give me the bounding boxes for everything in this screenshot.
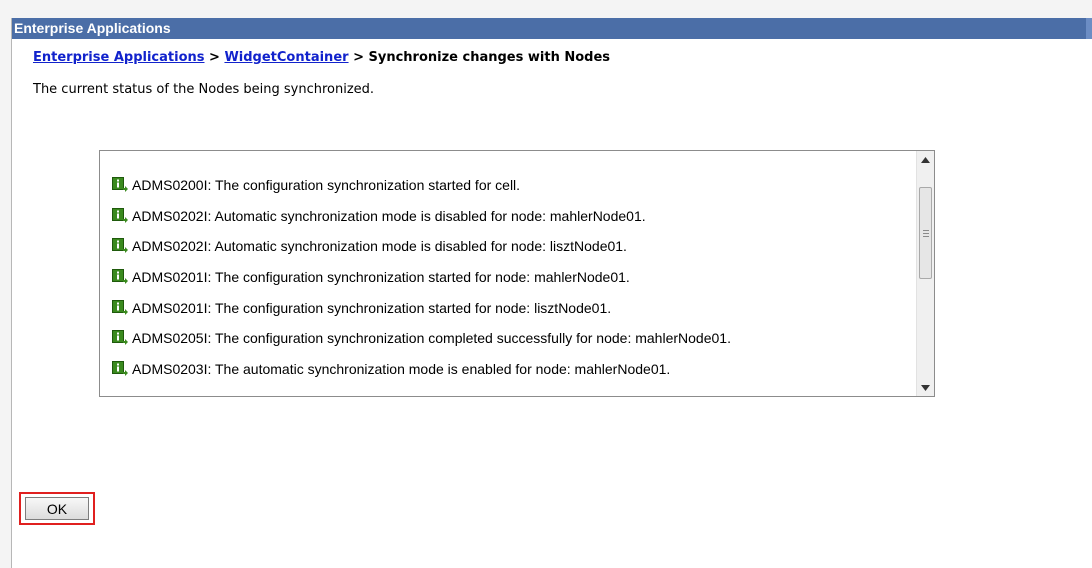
message-text: ADMS0205I: The configuration synchroniza… (132, 330, 731, 347)
message-text: ADMS0202I: Automatic synchronization mod… (132, 207, 646, 224)
scroll-thumb[interactable] (919, 187, 932, 279)
message-row: ADMS0201I: The configuration synchroniza… (112, 299, 912, 331)
message-text: ADMS0201I: The configuration synchroniza… (132, 269, 630, 286)
message-row: ADMS0202I: Automatic synchronization mod… (112, 238, 912, 269)
message-list: ADMS0200I: The configuration synchroniza… (112, 177, 912, 392)
info-icon (112, 361, 128, 377)
message-row: ADMS0203I: The automatic synchronization… (112, 361, 912, 392)
breadcrumb: Enterprise Applications > WidgetContaine… (33, 50, 610, 65)
message-text: ADMS0203I: The automatic synchronization… (132, 361, 671, 378)
minimize-icon[interactable] (1086, 18, 1092, 39)
message-row: ADMS0202I: Automatic synchronization mod… (112, 207, 912, 239)
breadcrumb-current: Synchronize changes with Nodes (368, 50, 611, 65)
info-icon (112, 269, 128, 285)
vertical-scrollbar[interactable] (916, 151, 934, 396)
info-icon (112, 238, 128, 254)
sync-status-message-list[interactable]: ADMS0200I: The configuration synchroniza… (99, 150, 935, 397)
page-description: The current status of the Nodes being sy… (33, 82, 375, 97)
scroll-down-arrow-icon[interactable] (917, 379, 934, 396)
breadcrumb-link-enterprise-applications[interactable]: Enterprise Applications (33, 50, 205, 65)
message-row: ADMS0200I: The configuration synchroniza… (112, 177, 912, 208)
message-text: ADMS0201I: The configuration synchroniza… (132, 299, 612, 316)
scroll-up-arrow-icon[interactable] (917, 151, 934, 168)
info-icon (112, 299, 128, 316)
breadcrumb-link-widgetcontainer[interactable]: WidgetContainer (224, 50, 348, 65)
breadcrumb-separator: > (348, 50, 369, 65)
ok-button[interactable]: OK (25, 497, 89, 520)
info-icon (112, 207, 128, 224)
breadcrumb-separator: > (204, 50, 225, 65)
panel-title: Enterprise Applications (12, 18, 1092, 39)
message-row: ADMS0201I: The configuration synchroniza… (112, 269, 912, 300)
info-icon (112, 330, 128, 346)
info-icon (112, 177, 128, 193)
message-text: ADMS0202I: Automatic synchronization mod… (132, 238, 627, 255)
message-text: ADMS0200I: The configuration synchroniza… (132, 177, 521, 193)
message-row: ADMS0205I: The configuration synchroniza… (112, 330, 912, 361)
